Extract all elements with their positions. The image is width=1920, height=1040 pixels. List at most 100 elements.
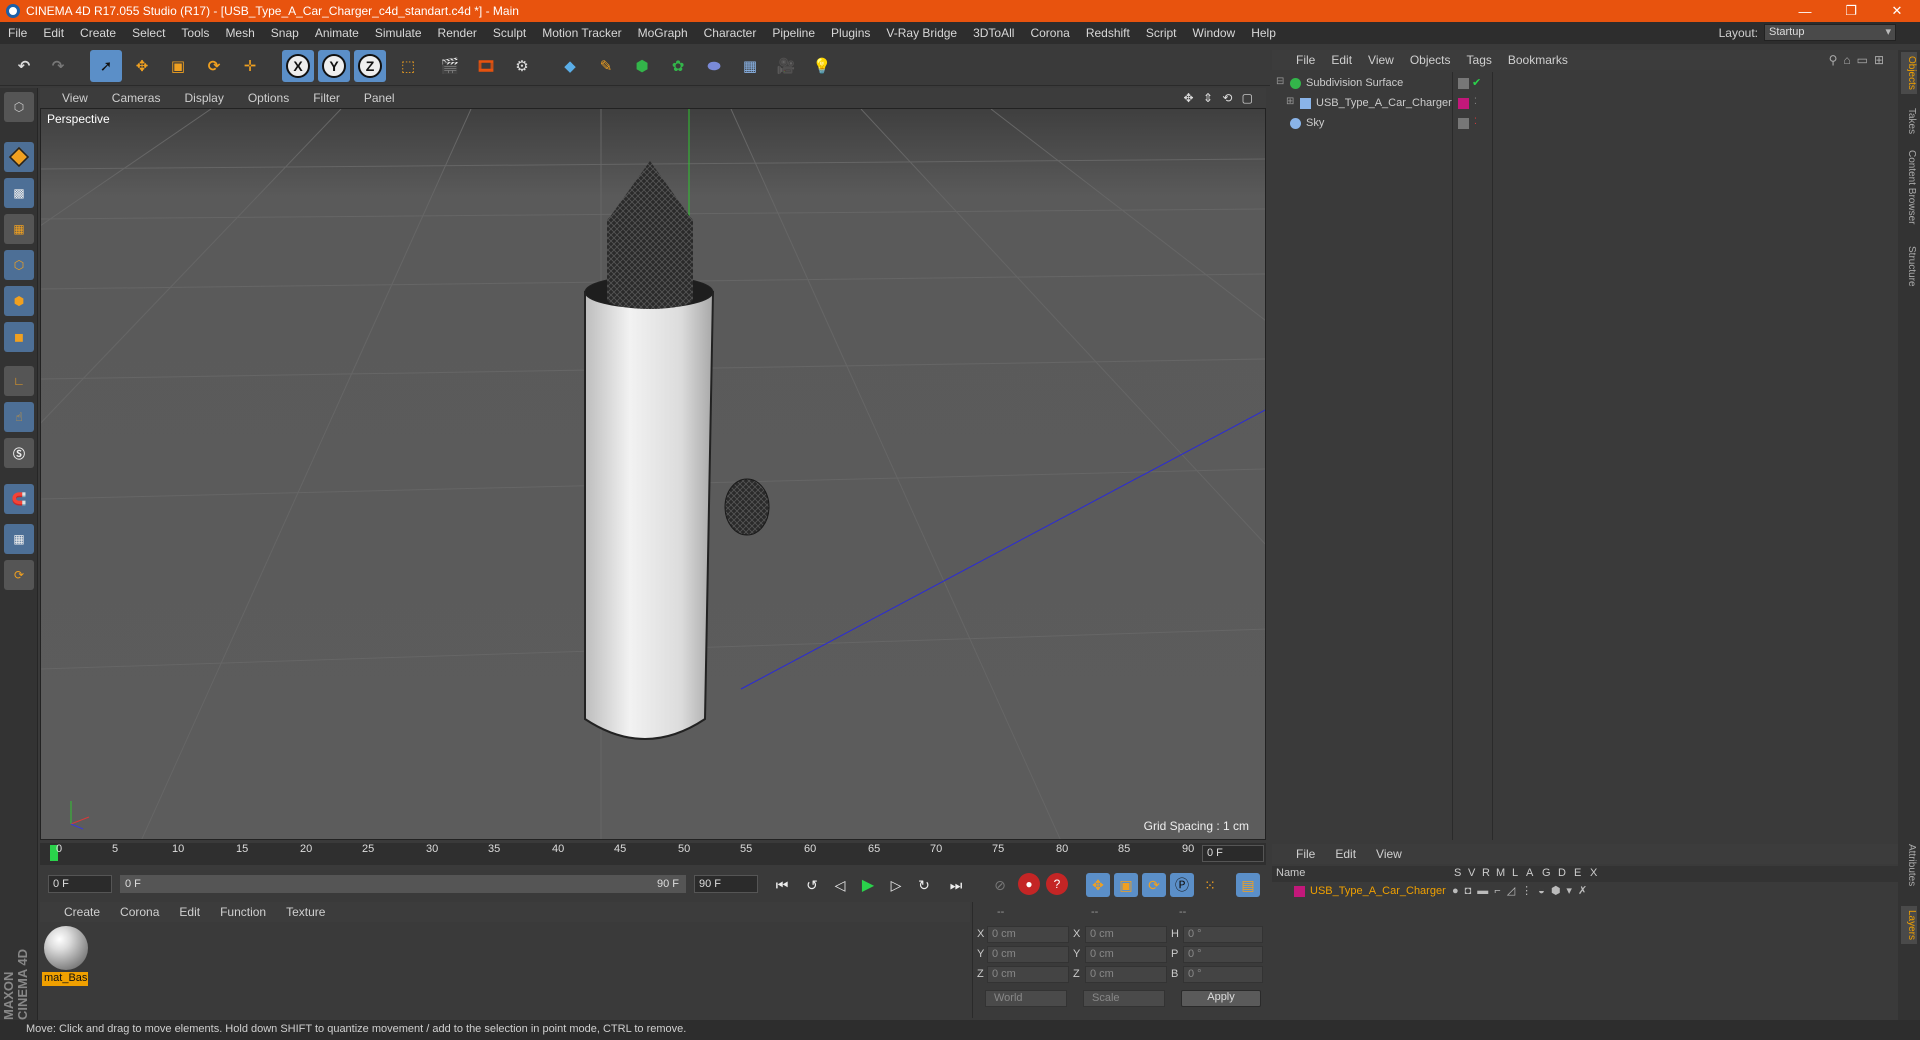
editor-visibility-icon[interactable] [1458, 78, 1469, 89]
key-pla-icon[interactable]: ⁙ [1198, 873, 1222, 897]
tab-objects[interactable]: Objects [1901, 52, 1917, 94]
workplane-mode-icon[interactable]: ▦ [4, 214, 34, 244]
light-icon[interactable]: 💡 [806, 50, 838, 82]
menu-tools[interactable]: Tools [173, 26, 217, 40]
viewport-menu-view[interactable]: View [40, 91, 100, 105]
menu-edit[interactable]: Edit [35, 26, 72, 40]
solo-mode-icon[interactable]: Ⓢ [4, 438, 34, 468]
menu-simulate[interactable]: Simulate [367, 26, 430, 40]
layer-color-tag[interactable] [1458, 98, 1469, 109]
current-frame-field[interactable]: 0 F [1202, 845, 1264, 862]
material-name-label[interactable]: mat_Bas [42, 972, 88, 986]
material-menu-function[interactable]: Function [210, 905, 276, 919]
previous-key-icon[interactable]: ↺ [800, 873, 824, 897]
visibility-dots-icon[interactable]: ⁚ [1474, 116, 1477, 127]
menu-pipeline[interactable]: Pipeline [764, 26, 823, 40]
goto-start-icon[interactable]: ⏮ [770, 873, 794, 897]
planar-workplane-icon[interactable]: ⟳ [4, 560, 34, 590]
lock-x-axis-button[interactable]: X [282, 50, 314, 82]
redo-icon[interactable]: ↷ [42, 50, 74, 82]
tweak-mode-icon[interactable]: ☝ [4, 402, 34, 432]
points-mode-icon[interactable]: ⬡ [4, 250, 34, 280]
polygons-mode-icon[interactable]: ◼ [4, 322, 34, 352]
material-menu-edit[interactable]: Edit [169, 905, 210, 919]
object-row[interactable]: ⊟ Subdivision Surface ✔ [1272, 74, 1898, 94]
collapse-icon[interactable]: ⊟ [1276, 76, 1284, 87]
position-y-field[interactable]: 0 cm [987, 946, 1069, 963]
apply-button[interactable]: Apply [1181, 990, 1261, 1007]
object-name[interactable]: Sky [1306, 117, 1324, 129]
edges-mode-icon[interactable]: ⬢ [4, 286, 34, 316]
camera-icon[interactable]: 🎥 [770, 50, 802, 82]
move-tool-icon[interactable]: ✥ [126, 50, 158, 82]
key-scale-icon[interactable]: ▣ [1114, 873, 1138, 897]
layer-menu-edit[interactable]: Edit [1325, 847, 1366, 861]
menu-script[interactable]: Script [1138, 26, 1185, 40]
array-generator-icon[interactable]: ✿ [662, 50, 694, 82]
record-keys-icon[interactable]: ⊘ [988, 873, 1012, 897]
next-frame-icon[interactable]: ▷ [884, 873, 908, 897]
size-z-field[interactable]: 0 cm [1085, 966, 1167, 983]
select-tool-icon[interactable]: ➚ [90, 50, 122, 82]
menu-animate[interactable]: Animate [307, 26, 367, 40]
material-menu-texture[interactable]: Texture [276, 905, 335, 919]
viewport-navigation-icons[interactable]: ✥ ⇕ ⟲ ▢ [1183, 91, 1256, 105]
tab-takes[interactable]: Takes [1901, 104, 1917, 138]
om-menu-objects[interactable]: Objects [1402, 53, 1459, 67]
perspective-viewport[interactable]: Perspective Grid Spacing : 1 cm [40, 108, 1266, 840]
close-button[interactable]: ✕ [1874, 0, 1920, 22]
material-menu-create[interactable]: Create [40, 905, 110, 919]
timeline-window-icon[interactable]: ▤ [1236, 873, 1260, 897]
restore-button[interactable]: ❐ [1828, 0, 1874, 22]
om-menu-edit[interactable]: Edit [1323, 53, 1360, 67]
tab-attributes[interactable]: Attributes [1901, 840, 1917, 890]
viewport-menu-cameras[interactable]: Cameras [100, 91, 173, 105]
axis-mode-icon[interactable]: ∟ [4, 366, 34, 396]
lock-z-axis-button[interactable]: Z [354, 50, 386, 82]
cube-primitive-icon[interactable]: ◆ [554, 50, 586, 82]
om-menu-tags[interactable]: Tags [1459, 53, 1500, 67]
model-mode-icon[interactable] [4, 142, 34, 172]
render-view-icon[interactable]: 🎬 [434, 50, 466, 82]
undo-icon[interactable]: ↶ [8, 50, 40, 82]
size-mode-dropdown[interactable]: Scale [1083, 990, 1165, 1007]
goto-end-icon[interactable]: ⏭ [944, 873, 968, 897]
om-menu-view[interactable]: View [1360, 53, 1402, 67]
make-editable-icon[interactable]: ⬡ [4, 92, 34, 122]
rotation-p-field[interactable]: 0 ° [1183, 946, 1263, 963]
autokey-icon[interactable]: ● [1018, 873, 1040, 895]
layer-menu-file[interactable]: File [1272, 847, 1325, 861]
menu-vray-bridge[interactable]: V-Ray Bridge [878, 26, 965, 40]
layer-row[interactable]: USB_Type_A_Car_Charger ●◘▬⌐◿⋮◒⬢▾✗ [1272, 884, 1898, 900]
position-x-field[interactable]: 0 cm [987, 926, 1069, 943]
layer-menu-view[interactable]: View [1366, 847, 1412, 861]
menu-snap[interactable]: Snap [263, 26, 307, 40]
om-menu-file[interactable]: File [1272, 53, 1323, 67]
workplane-lock-icon[interactable]: ▦ [4, 524, 34, 554]
size-y-field[interactable]: 0 cm [1085, 946, 1167, 963]
layout-dropdown[interactable]: Startup [1764, 24, 1896, 41]
menu-3dtoall[interactable]: 3DToAll [965, 26, 1022, 40]
play-icon[interactable]: ▶ [856, 873, 880, 897]
om-menu-bookmarks[interactable]: Bookmarks [1500, 53, 1576, 67]
key-parameter-icon[interactable]: Ⓟ [1170, 873, 1194, 897]
layer-toggle-icons[interactable]: ●◘▬⌐◿⋮◒⬢▾✗ [1452, 884, 1593, 897]
menu-render[interactable]: Render [430, 26, 485, 40]
menu-corona[interactable]: Corona [1022, 26, 1077, 40]
viewport-menu-panel[interactable]: Panel [352, 91, 407, 105]
layer-color-swatch[interactable] [1294, 886, 1305, 897]
render-picture-viewer-icon[interactable]: 🎞 [470, 50, 502, 82]
menu-plugins[interactable]: Plugins [823, 26, 878, 40]
floor-scene-icon[interactable]: ▦ [734, 50, 766, 82]
recent-tools-icon[interactable]: ✛ [234, 50, 266, 82]
object-name[interactable]: USB_Type_A_Car_Charger [1316, 97, 1452, 109]
object-row[interactable]: Sky ⁚ [1272, 114, 1898, 134]
snap-icon[interactable]: 🧲 [4, 484, 34, 514]
menu-character[interactable]: Character [696, 26, 765, 40]
end-frame-field[interactable]: 90 F [694, 875, 758, 893]
object-name[interactable]: Subdivision Surface [1306, 77, 1403, 89]
rotate-tool-icon[interactable]: ⟳ [198, 50, 230, 82]
lock-y-axis-button[interactable]: Y [318, 50, 350, 82]
editor-visibility-icon[interactable] [1458, 118, 1469, 129]
menu-mesh[interactable]: Mesh [217, 26, 262, 40]
